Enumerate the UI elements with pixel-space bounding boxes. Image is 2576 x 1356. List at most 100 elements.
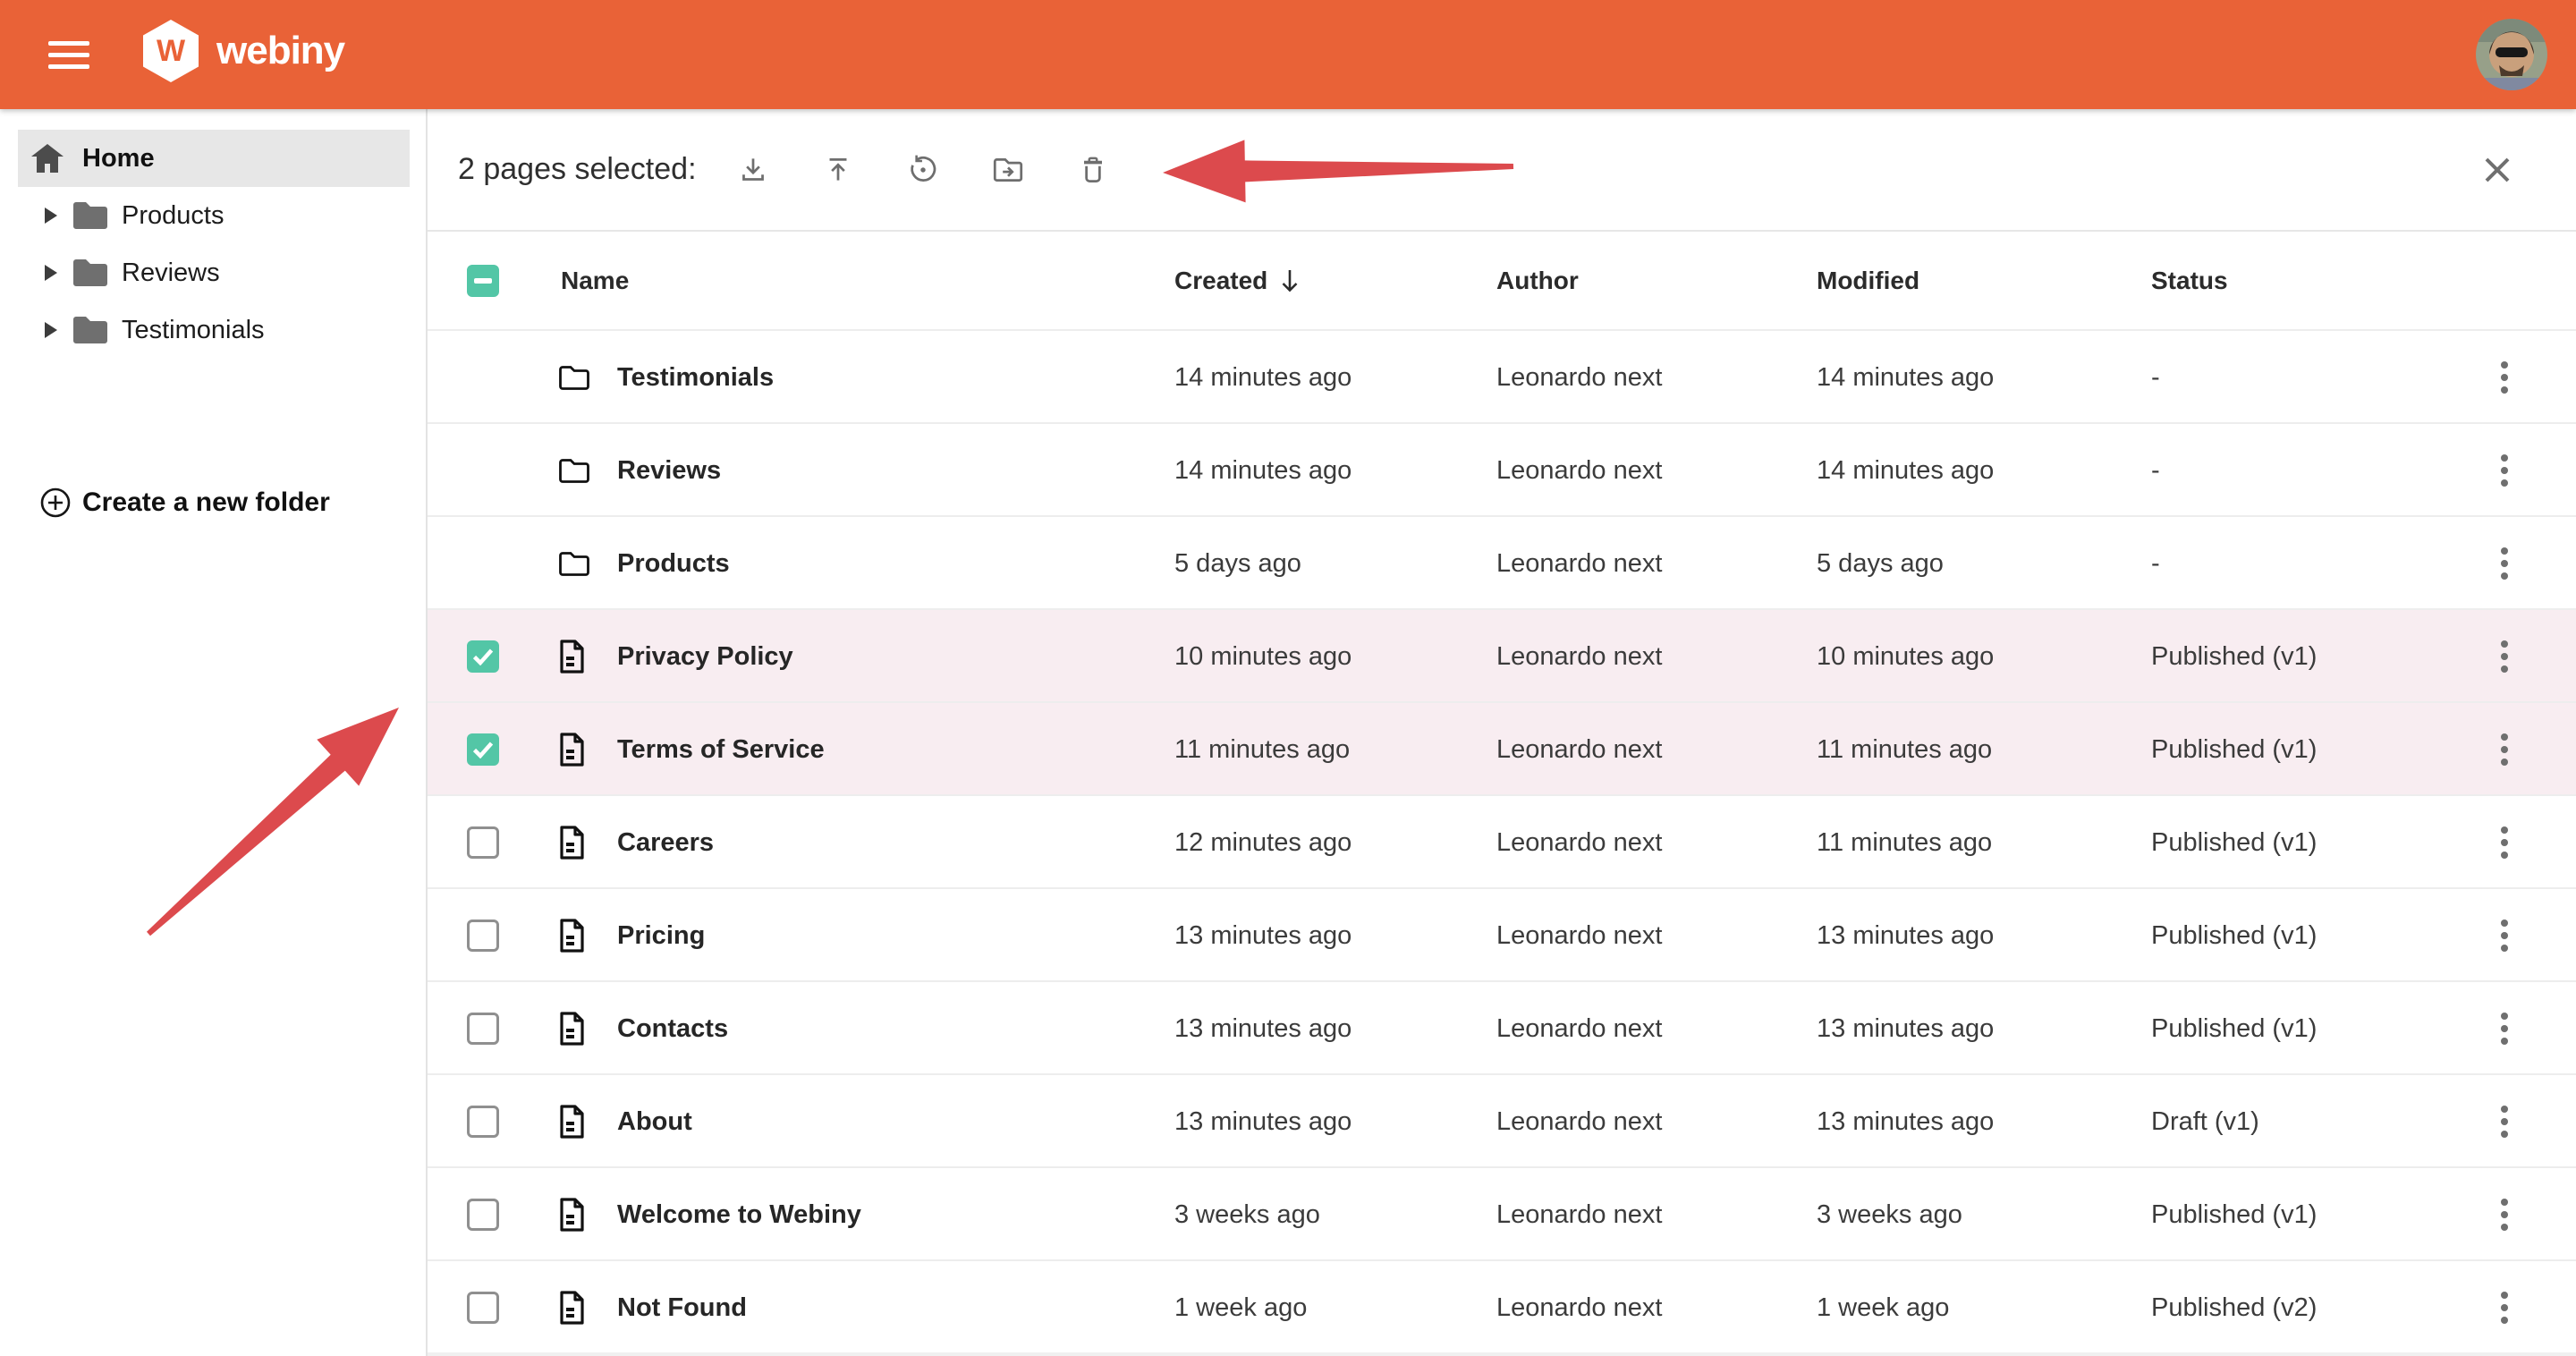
row-name: Pricing — [617, 889, 705, 982]
document-icon — [558, 1198, 585, 1232]
column-header-modified[interactable]: Modified — [1817, 232, 1919, 329]
sidebar-item-testimonials[interactable]: Testimonials — [0, 301, 428, 359]
row-checkbox[interactable] — [467, 796, 513, 889]
table-row[interactable]: Pricing13 minutes agoLeonardo next13 min… — [428, 887, 2576, 980]
table-row[interactable]: Testimonials14 minutes agoLeonardo next1… — [428, 329, 2576, 422]
publish-button[interactable] — [820, 152, 856, 188]
sidebar-item-label: Home — [82, 144, 155, 174]
row-actions-menu-button[interactable] — [2483, 796, 2526, 889]
table-row[interactable]: Careers12 minutes agoLeonardo next11 min… — [428, 794, 2576, 887]
row-modified: 1 week ago — [1817, 1261, 1949, 1354]
row-author: Leonardo next — [1496, 1261, 1662, 1354]
row-checkbox[interactable] — [467, 982, 513, 1075]
top-app-bar: W webiny — [0, 0, 2576, 109]
table-row[interactable]: Not Found1 week agoLeonardo next1 week a… — [428, 1259, 2576, 1352]
row-checkbox[interactable] — [467, 1168, 513, 1261]
row-created: 14 minutes ago — [1174, 424, 1352, 517]
table-row[interactable]: About13 minutes agoLeonardo next13 minut… — [428, 1073, 2576, 1166]
row-actions-menu-button[interactable] — [2483, 331, 2526, 424]
table-row[interactable]: Terms of Service11 minutes agoLeonardo n… — [428, 701, 2576, 794]
row-modified: 14 minutes ago — [1817, 424, 1994, 517]
row-author: Leonardo next — [1496, 982, 1662, 1075]
brand-wordmark: webiny — [216, 29, 344, 73]
row-document-icon — [558, 796, 608, 889]
row-author: Leonardo next — [1496, 331, 1662, 424]
close-selection-button[interactable] — [2479, 152, 2515, 188]
column-header-created[interactable]: Created — [1174, 232, 1301, 329]
row-checkbox[interactable] — [467, 1075, 513, 1168]
download-button[interactable] — [735, 152, 771, 188]
chevron-right-icon[interactable] — [45, 265, 57, 281]
download-icon — [735, 152, 771, 188]
row-name: Contacts — [617, 982, 728, 1075]
document-icon — [558, 919, 585, 953]
chevron-right-icon[interactable] — [45, 208, 57, 224]
row-checkbox[interactable] — [467, 610, 513, 703]
row-document-icon — [558, 1075, 608, 1168]
folder-icon — [558, 550, 590, 577]
folder-sidebar: Home Products Reviews Testimonials Creat… — [0, 109, 428, 1356]
create-new-folder-button[interactable]: Create a new folder — [39, 474, 330, 531]
row-actions-menu-button[interactable] — [2483, 610, 2526, 703]
row-actions-menu-button[interactable] — [2483, 982, 2526, 1075]
row-author: Leonardo next — [1496, 424, 1662, 517]
select-all-checkbox[interactable] — [467, 232, 513, 329]
plus-circle-icon — [39, 487, 72, 519]
home-icon — [30, 143, 64, 174]
row-name: Reviews — [617, 424, 721, 517]
row-actions-menu-button[interactable] — [2483, 424, 2526, 517]
row-modified: 14 minutes ago — [1817, 331, 1994, 424]
user-avatar[interactable] — [2476, 19, 2547, 90]
sidebar-item-products[interactable]: Products — [0, 187, 428, 244]
hamburger-menu-icon[interactable] — [48, 34, 91, 75]
folder-icon — [558, 364, 590, 391]
check-icon — [472, 648, 494, 665]
kebab-menu-icon — [2501, 454, 2508, 487]
row-actions-menu-button[interactable] — [2483, 1075, 2526, 1168]
document-icon — [558, 640, 585, 674]
row-actions-menu-button[interactable] — [2483, 889, 2526, 982]
row-status: - — [2151, 331, 2160, 424]
row-created: 13 minutes ago — [1174, 889, 1352, 982]
table-row[interactable]: Reviews 14 minutes ago Leonardo next 14 min… — [428, 422, 2576, 515]
column-header-status[interactable]: Status — [2151, 232, 2228, 329]
row-checkbox[interactable] — [467, 1261, 513, 1354]
row-name: Privacy Policy — [617, 610, 793, 703]
delete-button[interactable] — [1075, 152, 1111, 188]
row-status: - — [2151, 517, 2160, 610]
trash-icon — [1075, 152, 1111, 188]
row-actions-menu-button[interactable] — [2483, 517, 2526, 610]
table-row[interactable]: Products5 days agoLeonardo next5 days ag… — [428, 515, 2576, 608]
webiny-hexagon-logo-icon: W — [143, 20, 199, 82]
row-status: Published (v1) — [2151, 889, 2317, 982]
row-actions-menu-button[interactable] — [2483, 1168, 2526, 1261]
folder-icon — [72, 258, 109, 288]
row-modified: 13 minutes ago — [1817, 1075, 1994, 1168]
row-actions-menu-button[interactable] — [2483, 703, 2526, 796]
row-document-icon — [558, 889, 608, 982]
move-to-folder-button[interactable] — [990, 152, 1026, 188]
restore-button[interactable] — [905, 152, 941, 188]
row-modified: 13 minutes ago — [1817, 889, 1994, 982]
sidebar-item-home[interactable]: Home — [18, 130, 410, 187]
document-icon — [558, 826, 585, 860]
row-name: Testimonials — [617, 331, 774, 424]
column-header-name[interactable]: Name — [561, 232, 629, 329]
row-created: 13 minutes ago — [1174, 1075, 1352, 1168]
table-row[interactable]: Privacy Policy10 minutes agoLeonardo nex… — [428, 608, 2576, 701]
chevron-right-icon[interactable] — [45, 322, 57, 338]
row-author: Leonardo next — [1496, 796, 1662, 889]
row-checkbox[interactable] — [467, 703, 513, 796]
table-row[interactable]: Welcome to Webiny3 weeks agoLeonardo nex… — [428, 1166, 2576, 1259]
row-name: Careers — [617, 796, 714, 889]
kebab-menu-icon — [2501, 1199, 2508, 1231]
row-status: Published (v2) — [2151, 1261, 2317, 1354]
table-row[interactable]: Contacts13 minutes agoLeonardo next13 mi… — [428, 980, 2576, 1073]
restore-icon — [905, 152, 941, 188]
selection-count-text: 2 pages selected: — [458, 109, 697, 230]
sidebar-item-reviews[interactable]: Reviews — [0, 244, 428, 301]
column-header-author[interactable]: Author — [1496, 232, 1579, 329]
row-actions-menu-button[interactable] — [2483, 1261, 2526, 1354]
row-created: 10 minutes ago — [1174, 610, 1352, 703]
row-checkbox[interactable] — [467, 889, 513, 982]
